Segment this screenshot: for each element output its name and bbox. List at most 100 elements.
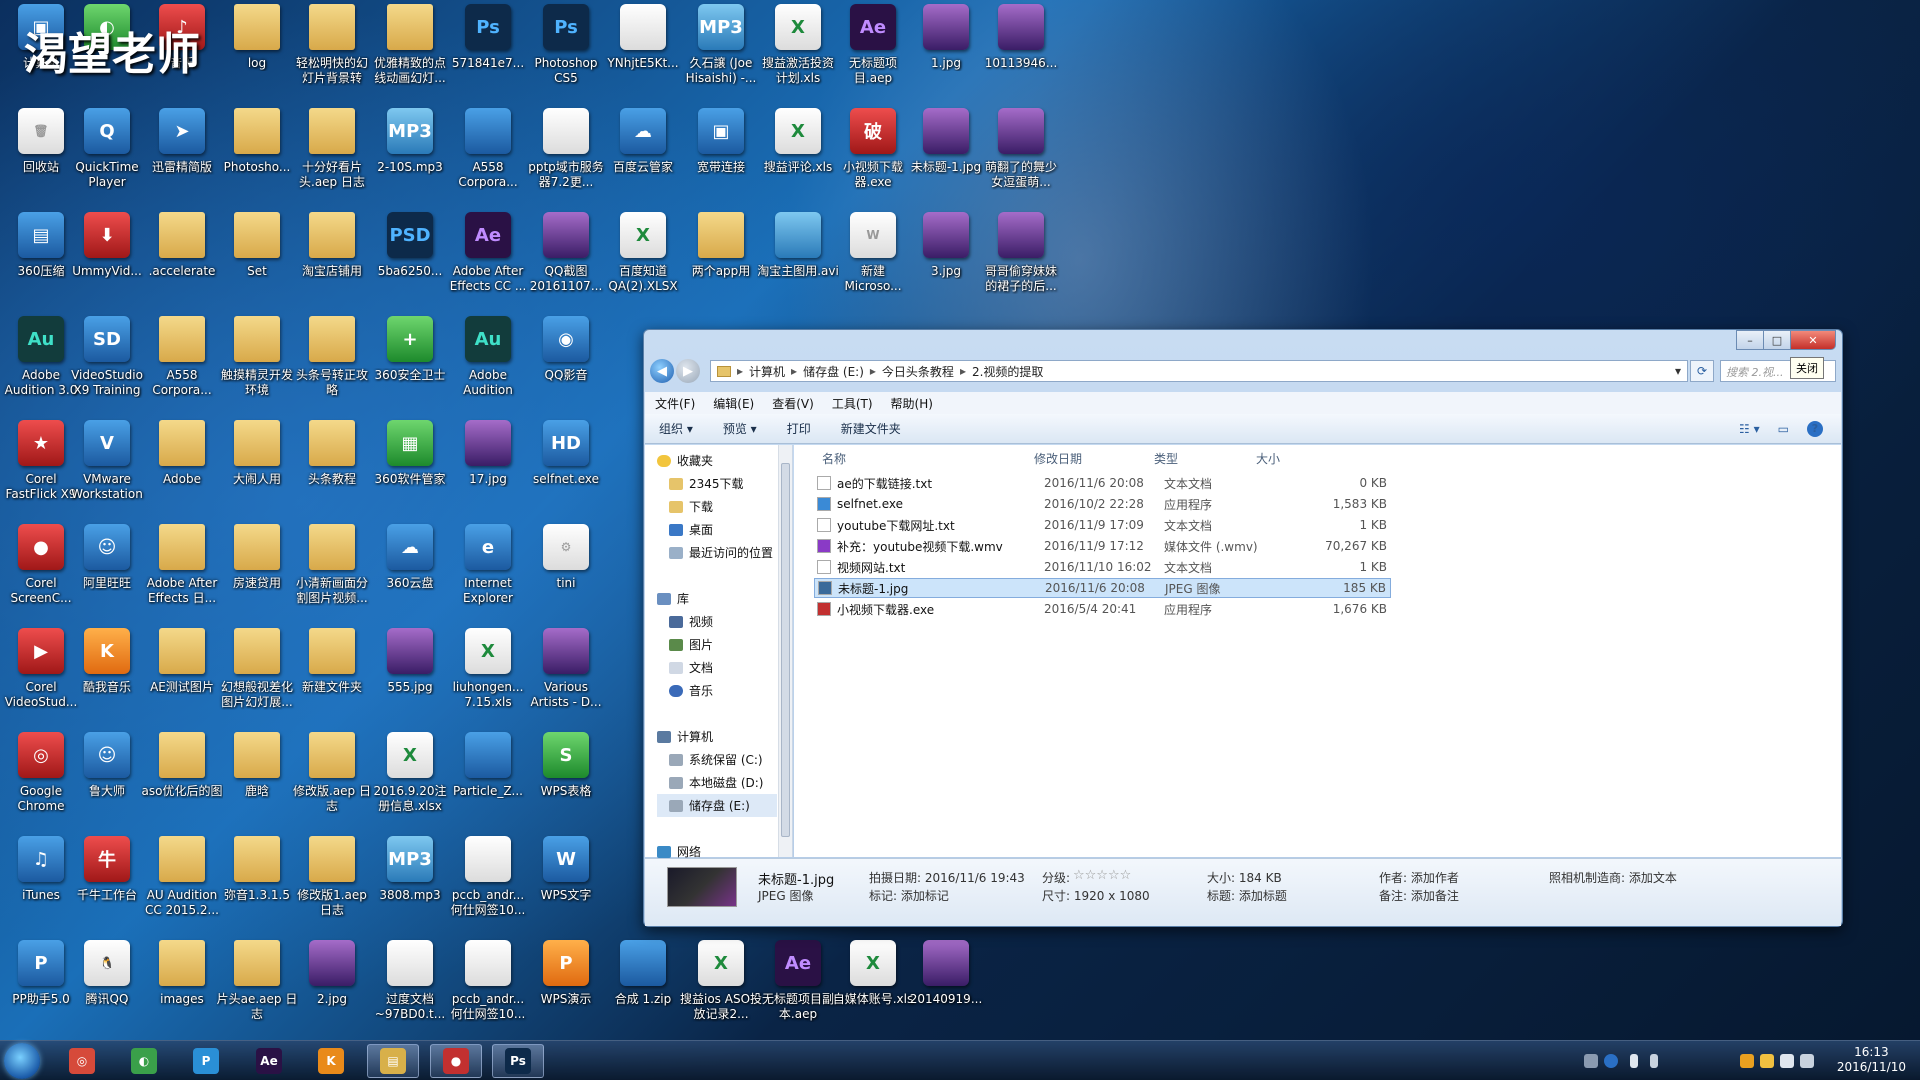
desktop-icon-r2c4[interactable]: Photosho... xyxy=(216,108,298,208)
taskbar-app-pp[interactable]: P xyxy=(180,1044,232,1078)
desktop-icon-r2c13[interactable]: 未标题-1.jpg xyxy=(905,108,987,208)
desktop-icon-r2c10[interactable]: ▣ 宽带连接 xyxy=(680,108,762,208)
rating-stars[interactable]: ☆☆☆☆☆ xyxy=(1073,868,1131,883)
breadcrumb-current[interactable]: 2.视频的提取 xyxy=(972,363,1043,380)
menu-edit[interactable]: 编辑(E) xyxy=(713,395,754,412)
breadcrumb-drive-e[interactable]: 储存盘 (E:) xyxy=(803,363,864,380)
desktop-icon-r2c12[interactable]: 破小视频下载器.exe xyxy=(832,108,914,208)
address-bar[interactable]: ▸ 计算机 ▸ 储存盘 (E:) ▸ 今日头条教程 ▸ 2.视频的提取 ▾ xyxy=(710,360,1688,382)
desktop-icon-r8c7[interactable]: Particle_Z... xyxy=(447,732,529,832)
desktop-icon-r1c5[interactable]: 轻松明快的幻灯片背景转场... xyxy=(291,4,373,104)
desktop-icon-r10c6[interactable]: 过度文档~97BD0.t... xyxy=(369,940,451,1040)
desktop-icon-r1c12[interactable]: Ae 无标题项目.aep xyxy=(832,4,914,104)
desktop-icon-r6c4[interactable]: 房速贷用 xyxy=(216,524,298,624)
desktop-icon-r2c3[interactable]: ➤ 迅雷精简版 xyxy=(141,108,223,208)
file-row[interactable]: selfnet.exe 2016/10/2 22:28 应用程序 1,583 KB xyxy=(814,494,1391,514)
desktop-icon-r1c4[interactable]: log xyxy=(216,4,298,104)
detail-camera-maker[interactable]: 照相机制造商: 添加文本 xyxy=(1549,869,1677,886)
menu-tools[interactable]: 工具(T) xyxy=(832,395,873,412)
clock[interactable]: 16:13 2016/11/10 xyxy=(1837,1045,1906,1075)
desktop-icon-r3c12[interactable]: W 新建 Microso... xyxy=(832,212,914,312)
column-date[interactable]: 修改日期 xyxy=(1034,450,1082,467)
nav-item-documents[interactable]: 文档 xyxy=(657,656,777,679)
desktop-icon-r7c2[interactable]: K 酷我音乐 xyxy=(66,628,148,728)
column-size[interactable]: 大小 xyxy=(1256,450,1280,467)
desktop-icon-r1c11[interactable]: X 搜益激活投资计划.xls xyxy=(757,4,839,104)
desktop-icon-r4c7[interactable]: Au Adobe Audition xyxy=(447,316,529,416)
volume-icon[interactable] xyxy=(1780,1054,1794,1068)
desktop-icon-r1c8[interactable]: Ps Photoshop CS5 xyxy=(525,4,607,104)
tray-settings-icon[interactable] xyxy=(1650,1054,1658,1068)
desktop-icon-r2c11[interactable]: X 搜益评论.xls xyxy=(757,108,839,208)
nav-favorites[interactable]: 收藏夹 xyxy=(657,449,777,472)
desktop-icon-r4c3[interactable]: A558 Corpora... xyxy=(141,316,223,416)
nav-item-downloads[interactable]: 下载 xyxy=(657,495,777,518)
desktop-icon-r8c2[interactable]: ☺ 鲁大师 xyxy=(66,732,148,832)
desktop-icon-r3c9[interactable]: X 百度知道QA(2).XLSX xyxy=(602,212,684,312)
desktop-icon-r5c3[interactable]: Adobe xyxy=(141,420,223,520)
nav-item-pictures[interactable]: 图片 xyxy=(657,633,777,656)
desktop-icon-r5c4[interactable]: 大闹人用 xyxy=(216,420,298,520)
breadcrumb-computer[interactable]: 计算机 xyxy=(749,363,785,380)
help-tray-icon[interactable] xyxy=(1604,1054,1618,1068)
desktop-icon-r1c7[interactable]: Ps 571841e7... xyxy=(447,4,529,104)
desktop-icon-r2c14[interactable]: 萌翻了的舞少女逗蛋萌... xyxy=(980,108,1062,208)
start-button[interactable] xyxy=(4,1043,40,1079)
column-name[interactable]: 名称 xyxy=(822,450,846,467)
taskbar-app-explorer[interactable]: ▤ xyxy=(367,1044,419,1078)
desktop-icon-r6c8[interactable]: ⚙ tini xyxy=(525,524,607,624)
desktop-icon-r9c5[interactable]: 修改版1.aep 日志 xyxy=(291,836,373,936)
taskbar-app-kuwo[interactable]: K xyxy=(305,1044,357,1078)
microphone-icon[interactable] xyxy=(1630,1054,1638,1068)
desktop-icon-r3c11[interactable]: 淘宝主图用.avi xyxy=(757,212,839,312)
desktop-icon-r3c10[interactable]: 两个app用 xyxy=(680,212,762,312)
menu-file[interactable]: 文件(F) xyxy=(655,395,695,412)
file-row[interactable]: 视频网站.txt 2016/11/10 16:02 文本文档 1 KB xyxy=(814,557,1391,577)
help-icon[interactable]: ? xyxy=(1807,420,1823,437)
desktop-icon-r3c4[interactable]: Set xyxy=(216,212,298,312)
desktop-icon-r3c2[interactable]: ⬇ UmmyVid... xyxy=(66,212,148,312)
detail-author[interactable]: 作者: 添加作者 xyxy=(1379,869,1459,886)
desktop-icon-r8c4[interactable]: 鹿晗 xyxy=(216,732,298,832)
file-row[interactable]: youtube下载网址.txt 2016/11/9 17:09 文本文档 1 KB xyxy=(814,515,1391,535)
desktop-icon-r10c4[interactable]: 片头ae.aep 日志 xyxy=(216,940,298,1040)
desktop-icon-r7c5[interactable]: 新建文件夹 xyxy=(291,628,373,728)
nav-item-recent[interactable]: 最近访问的位置 xyxy=(657,541,777,564)
explorer-window[interactable]: – □ ✕ 关闭 ◀ ▶ ▸ 计算机 ▸ 储存盘 (E:) ▸ 今日头条教程 ▸… xyxy=(643,329,1843,927)
desktop-icon-r3c13[interactable]: 3.jpg xyxy=(905,212,987,312)
desktop-icon-r2c2[interactable]: Q QuickTime Player xyxy=(66,108,148,208)
nav-item-drive-e[interactable]: 储存盘 (E:) xyxy=(657,794,777,817)
tray-app-icon-2[interactable] xyxy=(1760,1054,1774,1068)
scrollbar-thumb[interactable] xyxy=(781,463,790,837)
desktop-icon-r5c8[interactable]: HD selfnet.exe xyxy=(525,420,607,520)
desktop-icon-r8c3[interactable]: aso优化后的图 xyxy=(141,732,223,832)
desktop-icon-r6c6[interactable]: ☁ 360云盘 xyxy=(369,524,451,624)
desktop-icon-r5c5[interactable]: 头条教程 xyxy=(291,420,373,520)
desktop-icon-r2c8[interactable]: pptp域市服务器7.2更... xyxy=(525,108,607,208)
desktop-icon-r8c8[interactable]: S WPS表格 xyxy=(525,732,607,832)
desktop-icon-r10c13[interactable]: 20140919... xyxy=(905,940,987,1040)
minimize-button[interactable]: – xyxy=(1736,330,1764,350)
nav-item-music[interactable]: 音乐 xyxy=(657,679,777,702)
desktop-icon-r1c13[interactable]: 1.jpg xyxy=(905,4,987,104)
desktop-icon-r5c7[interactable]: 17.jpg xyxy=(447,420,529,520)
desktop-icon-r5c6[interactable]: ▦ 360软件管家 xyxy=(369,420,451,520)
desktop-icon-r4c4[interactable]: 触摸精灵开发环境 xyxy=(216,316,298,416)
nav-item-drive-d[interactable]: 本地磁盘 (D:) xyxy=(657,771,777,794)
nav-item-2345[interactable]: 2345下载 xyxy=(657,472,777,495)
desktop-icon-r10c7[interactable]: pccb_andr... 何仕网签10... xyxy=(447,940,529,1040)
desktop-icon-r3c5[interactable]: 淘宝店铺用 xyxy=(291,212,373,312)
nav-item-drive-c[interactable]: 系统保留 (C:) xyxy=(657,748,777,771)
desktop-icon-r10c10[interactable]: X 搜益ios ASO投放记录2... xyxy=(680,940,762,1040)
nav-scrollbar[interactable] xyxy=(778,445,792,857)
print-button[interactable]: 打印 xyxy=(787,420,811,437)
desktop-icon-r8c6[interactable]: X 2016.9.20注册信息.xlsx xyxy=(369,732,451,832)
desktop-icon-r2c5[interactable]: 十分好看片头.aep 日志 xyxy=(291,108,373,208)
file-row[interactable]: ae的下载链接.txt 2016/11/6 20:08 文本文档 0 KB xyxy=(814,473,1391,493)
desktop-icon-r2c6[interactable]: MP3 2-10S.mp3 xyxy=(369,108,451,208)
preview-button[interactable]: 预览 ▾ xyxy=(723,420,757,437)
tray-app-icon[interactable] xyxy=(1740,1054,1754,1068)
forward-button[interactable]: ▶ xyxy=(676,359,700,383)
desktop-icon-r2c9[interactable]: ☁ 百度云管家 xyxy=(602,108,684,208)
desktop-icon-r9c6[interactable]: MP3 3808.mp3 xyxy=(369,836,451,936)
